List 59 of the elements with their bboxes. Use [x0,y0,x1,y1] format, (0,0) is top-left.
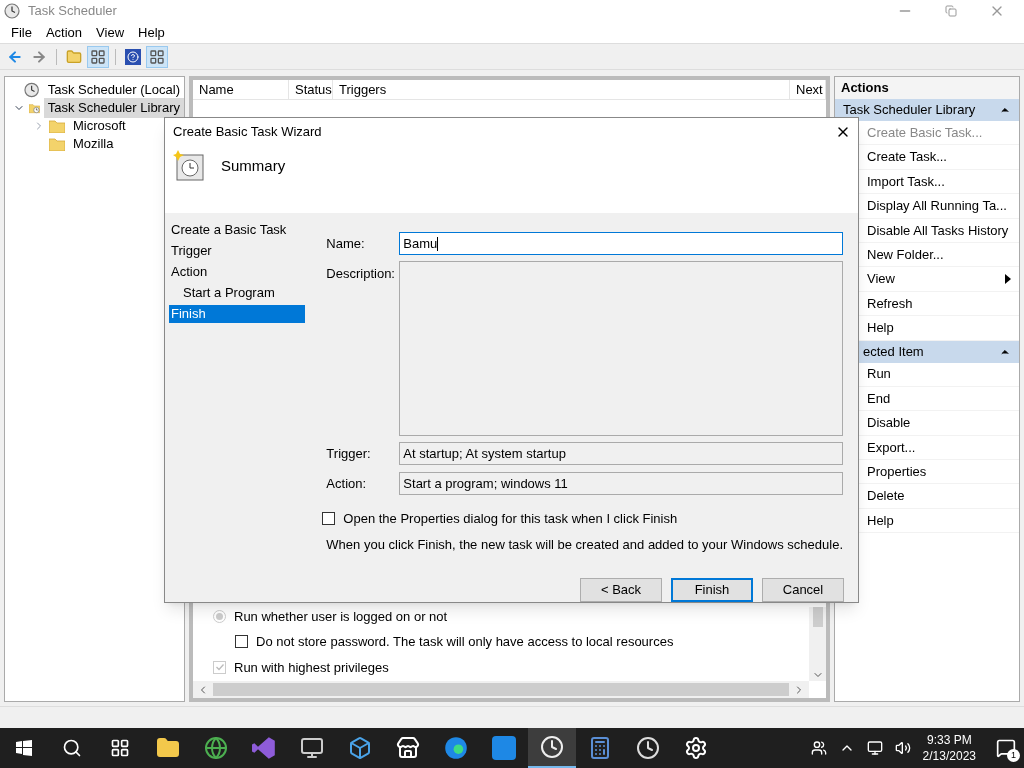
checkbox[interactable] [322,512,336,526]
field-label: Description: [326,265,392,283]
submenu-arrow-icon [1005,274,1011,285]
summary-note: When you click Finish, the new task will be created and added to your Windows schedule. [326,535,843,554]
section-header[interactable]: Task Scheduler Library [835,99,1019,121]
clock-star-icon [173,150,205,182]
field-label: Name: [326,234,366,253]
field-label: Action: [326,474,368,493]
scroll-thumb[interactable] [213,683,789,696]
tree-item[interactable]: Task Scheduler Library [43,98,184,118]
clock-date[interactable]: 2/13/2023 [922,748,976,764]
wizard-step[interactable]: Action [169,263,306,281]
wizard-step[interactable]: Create a Basic Task [169,221,306,239]
wizard-step[interactable]: Start a Program [169,284,306,302]
column-header[interactable]: Triggers [333,80,790,99]
notification-count: 1 [1007,749,1020,762]
people-icon[interactable] [810,740,827,756]
tree-item[interactable]: Mozilla [69,134,118,154]
menu-item[interactable]: Action [38,22,90,43]
dialog-button[interactable]: < Back [580,578,662,602]
actions-title: Actions [835,77,1019,99]
description-field[interactable] [399,261,843,436]
menu-item[interactable]: File [4,22,39,43]
clock-time[interactable]: 9:33 PM [926,732,972,748]
column-header[interactable]: Name [193,80,289,99]
clock-icon [24,82,40,98]
column-header[interactable]: Status [289,80,333,99]
tree-item[interactable]: Microsoft [69,116,130,136]
menu-item[interactable]: Help [131,22,172,43]
wizard-step[interactable]: Trigger [169,242,306,260]
window-title: Task Scheduler [28,2,117,21]
clock-icon[interactable] [528,728,576,768]
column-header[interactable]: Next [790,80,826,99]
wizard-step[interactable]: Finish [169,305,306,323]
app-icon [4,3,20,19]
volume-icon[interactable] [894,740,911,756]
trigger-field: At startup; At system startup [399,442,843,465]
dialog-button[interactable]: Cancel [762,578,844,602]
option-label: Do not store password. The task will only have access to local resources [256,633,674,651]
windows-logo-icon [16,740,32,756]
option-label: Run whether user is logged on or not [234,607,448,626]
network-icon[interactable] [866,740,883,756]
pane-icon[interactable] [87,45,109,68]
vertical-scrollbar[interactable] [809,606,826,681]
option-label: Run with highest privileges [234,658,389,677]
menu-item[interactable]: View [89,22,132,43]
dialog-title: Create Basic Task Wizard [173,123,322,142]
folder-icon [49,137,65,151]
scroll-thumb[interactable] [812,606,823,627]
horizontal-scrollbar[interactable] [193,681,809,698]
checkbox-label: Open the Properties dialog for this task when I click Finish [343,510,678,528]
action-field: Start a program; windows 11 [399,472,843,495]
pane-icon[interactable] [146,45,168,68]
field-label: Trigger: [326,444,372,463]
dialog-heading: Summary [221,155,286,176]
checkbox[interactable] [235,635,248,649]
dialog-button[interactable]: Finish [671,578,753,602]
name-field[interactable]: Bamu [399,232,843,255]
tree-item[interactable]: Task Scheduler (Local) [43,80,184,100]
